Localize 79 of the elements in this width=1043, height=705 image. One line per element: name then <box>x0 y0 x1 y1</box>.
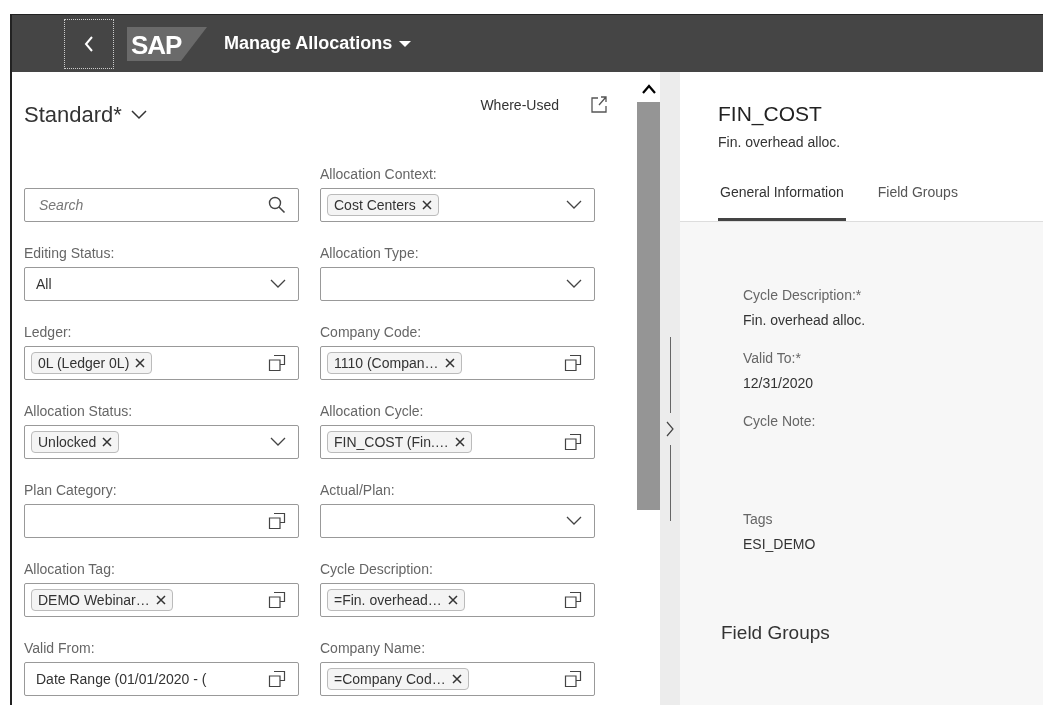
token[interactable]: 1110 (Compan… <box>327 352 462 374</box>
field-value: 12/31/2020 <box>743 375 815 391</box>
filter-label: Allocation Cycle: <box>320 402 425 421</box>
value-help-icon[interactable] <box>268 670 286 688</box>
filter-label: Editing Status: <box>24 244 116 263</box>
token[interactable]: Cost Centers <box>327 194 439 216</box>
remove-icon[interactable] <box>102 437 113 447</box>
field-label: Cycle Description:* <box>743 287 863 303</box>
remove-icon[interactable] <box>451 674 462 684</box>
expand-icon[interactable] <box>666 421 674 437</box>
remove-icon[interactable] <box>454 437 465 447</box>
value-help-icon[interactable] <box>564 591 582 609</box>
scrollbar-thumb[interactable] <box>637 102 660 510</box>
remove-icon[interactable] <box>444 358 455 368</box>
field-value: Fin. overhead alloc. <box>743 312 867 328</box>
section-heading: Field Groups <box>721 622 831 644</box>
token[interactable]: Unlocked <box>31 431 120 453</box>
select-field[interactable]: All <box>24 267 299 301</box>
back-icon <box>84 35 94 52</box>
value-help-field[interactable]: 0L (Ledger 0L) <box>24 346 299 380</box>
chevron-down-icon[interactable] <box>566 516 582 526</box>
variant-selector[interactable]: Standard* <box>24 102 147 128</box>
select-field[interactable] <box>320 267 595 301</box>
object-subtitle: Fin. overhead alloc. <box>718 134 842 150</box>
chevron-down-icon <box>130 110 147 120</box>
value-help-field[interactable] <box>24 504 299 538</box>
token[interactable]: 0L (Ledger 0L) <box>31 352 153 374</box>
chevron-down-icon[interactable] <box>566 279 582 289</box>
token[interactable]: =Company Cod… <box>327 668 469 690</box>
field-label: Valid To:* <box>743 350 802 366</box>
value-help-icon[interactable] <box>564 670 582 688</box>
value-help-field[interactable]: Date Range (01/01/2020 - ( <box>24 662 299 696</box>
token[interactable]: DEMO Webinar… <box>31 589 173 611</box>
remove-icon[interactable] <box>421 200 432 210</box>
remove-icon[interactable] <box>155 595 166 605</box>
chevron-down-icon[interactable] <box>566 200 582 210</box>
filter-label: Allocation Context: <box>320 165 438 184</box>
filter-label: Allocation Tag: <box>24 560 116 579</box>
filter-label: Actual/Plan: <box>320 481 396 500</box>
remove-icon[interactable] <box>447 595 458 605</box>
value-help-field[interactable]: =Company Cod… <box>320 662 595 696</box>
filter-label: Company Name: <box>320 639 427 658</box>
select-field[interactable]: Unlocked <box>24 425 299 459</box>
token[interactable]: =Fin. overhead… <box>327 589 465 611</box>
chevron-down-icon[interactable] <box>270 279 286 289</box>
scroll-up-icon[interactable] <box>641 84 656 94</box>
search-icon[interactable] <box>268 196 286 214</box>
field-label: Cycle Note: <box>743 413 817 429</box>
value-help-field[interactable]: DEMO Webinar… <box>24 583 299 617</box>
back-button[interactable] <box>64 18 114 69</box>
filter-label: Cycle Description: <box>320 560 434 579</box>
value-help-field[interactable]: 1110 (Compan… <box>320 346 595 380</box>
filter-label: Allocation Type: <box>320 244 420 263</box>
app-title-menu[interactable]: Manage Allocations <box>224 33 412 54</box>
value-help-icon[interactable] <box>564 354 582 372</box>
share-icon[interactable] <box>589 94 609 114</box>
object-title: FIN_COST <box>718 102 823 126</box>
value-help-icon[interactable] <box>268 591 286 609</box>
remove-icon[interactable] <box>135 358 146 368</box>
tab[interactable]: Field Groups <box>875 184 960 221</box>
filter-label: Allocation Status: <box>24 402 134 421</box>
value-help-icon[interactable] <box>564 433 582 451</box>
field-label: Tags <box>743 511 774 527</box>
search-field[interactable]: Search <box>24 188 299 222</box>
value-help-field[interactable]: =Fin. overhead… <box>320 583 595 617</box>
value-help-icon[interactable] <box>268 354 286 372</box>
field-value: ESI_DEMO <box>743 536 817 552</box>
filter-label: Ledger: <box>24 323 73 342</box>
dropdown-icon <box>399 39 412 48</box>
chevron-down-icon[interactable] <box>270 437 286 447</box>
select-field[interactable]: Cost Centers <box>320 188 595 222</box>
filter-label: Plan Category: <box>24 481 118 500</box>
filter-label: Company Code: <box>320 323 423 342</box>
filter-label: Valid From: <box>24 639 96 658</box>
select-field[interactable] <box>320 504 595 538</box>
value-help-icon[interactable] <box>268 512 286 530</box>
value-help-field[interactable]: FIN_COST (Fin.… <box>320 425 595 459</box>
where-used-button[interactable]: Where-Used <box>480 97 559 113</box>
token[interactable]: FIN_COST (Fin.… <box>327 431 472 453</box>
